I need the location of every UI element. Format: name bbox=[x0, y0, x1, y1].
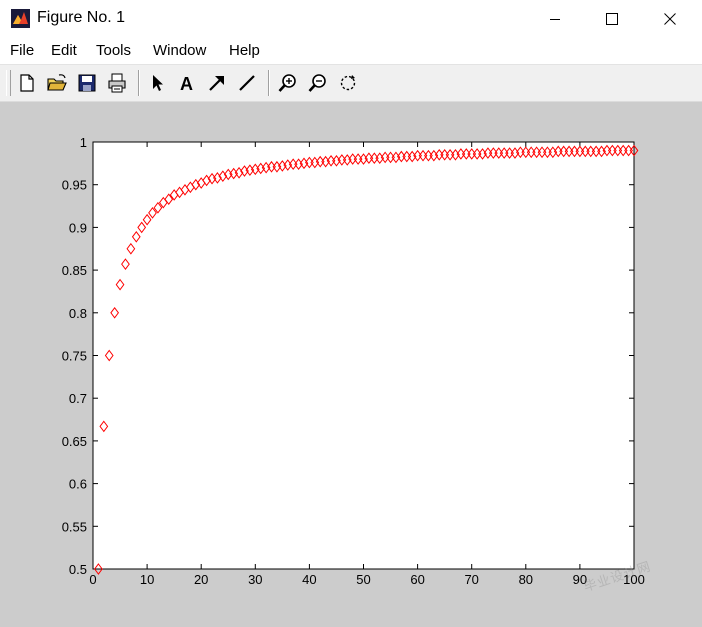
x-tick-label: 20 bbox=[194, 572, 208, 587]
y-tick-label: 0.95 bbox=[62, 178, 87, 193]
plot-axes bbox=[92, 141, 635, 570]
x-tick-label: 80 bbox=[519, 572, 533, 587]
x-tick-label: 0 bbox=[89, 572, 96, 587]
x-tick-label: 60 bbox=[410, 572, 424, 587]
y-tick-label: 0.65 bbox=[62, 434, 87, 449]
y-tick-label: 0.6 bbox=[69, 477, 87, 492]
y-tick-label: 0.7 bbox=[69, 391, 87, 406]
x-tick-label: 30 bbox=[248, 572, 262, 587]
x-tick-label: 10 bbox=[140, 572, 154, 587]
x-tick-label: 40 bbox=[302, 572, 316, 587]
x-tick-label: 50 bbox=[356, 572, 370, 587]
y-tick-label: 0.9 bbox=[69, 220, 87, 235]
y-tick-label: 0.75 bbox=[62, 349, 87, 364]
scatter-plot[interactable]: 0 10 20 30 40 50 60 70 80 90 100 0.50.550.60.650.7… bbox=[0, 0, 702, 627]
y-tick-label: 0.5 bbox=[69, 562, 87, 577]
y-tick-label: 0.8 bbox=[69, 306, 87, 321]
y-tick-label: 1 bbox=[80, 135, 87, 150]
y-tick-label: 0.85 bbox=[62, 263, 87, 278]
y-tick-label: 0.55 bbox=[62, 519, 87, 534]
x-tick-label: 70 bbox=[464, 572, 478, 587]
